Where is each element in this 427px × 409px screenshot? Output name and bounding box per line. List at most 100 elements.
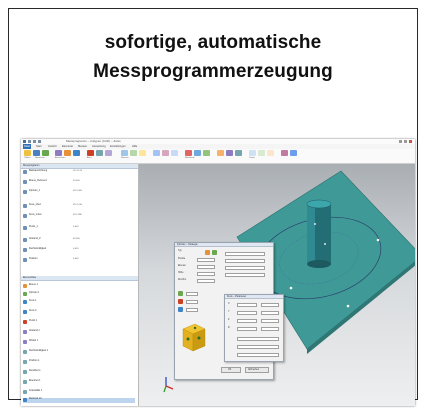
tool-icon-15[interactable]: [267, 150, 274, 156]
minimize-icon[interactable]: [399, 140, 402, 143]
list-item[interactable]: Punkt 1: [23, 319, 135, 325]
import-icon[interactable]: [42, 150, 49, 156]
z-tol-field[interactable]: [261, 319, 279, 323]
probe-icon[interactable]: [96, 150, 103, 156]
plan-icon[interactable]: [105, 150, 112, 156]
tool-icon-11[interactable]: [226, 150, 233, 156]
value-field-2[interactable]: [225, 259, 265, 263]
probe-point: [314, 223, 316, 225]
y-field[interactable]: [237, 311, 257, 315]
tool-icon-17[interactable]: [290, 150, 297, 156]
field-label: Y: [228, 311, 230, 313]
list-item[interactable]: Ebene 1: [23, 283, 135, 289]
z-field[interactable]: [237, 319, 257, 323]
app-icon: [23, 140, 26, 143]
tool-icon-16[interactable]: [281, 150, 288, 156]
probe-point: [289, 286, 293, 290]
d-tol-field[interactable]: [261, 327, 279, 331]
maximize-icon[interactable]: [404, 140, 407, 143]
auto-icon[interactable]: [87, 150, 94, 156]
feature-icon: [23, 214, 27, 218]
mode-field-2[interactable]: [186, 300, 198, 304]
align-icon[interactable]: [55, 150, 62, 156]
height-field[interactable]: [197, 272, 215, 276]
tree-row[interactable]: Kreis_unten Ø 11.990: [23, 213, 135, 219]
tool-icon-2[interactable]: [130, 150, 137, 156]
list-item[interactable]: Ebenheit 1: [23, 379, 135, 385]
mode-field-1[interactable]: [186, 292, 198, 296]
tree-row[interactable]: Position 0.050: [23, 257, 135, 263]
list-item[interactable]: Koaxialität 1: [23, 389, 135, 395]
levels-field[interactable]: [197, 265, 215, 269]
undo-icon[interactable]: [33, 140, 36, 143]
param-field-5[interactable]: [237, 337, 279, 341]
feature-icon[interactable]: [73, 150, 80, 156]
field-label: Höhe: [178, 272, 184, 274]
save-icon[interactable]: [28, 140, 31, 143]
x-field[interactable]: [237, 303, 257, 307]
tool-icon-8[interactable]: [194, 150, 201, 156]
value-field-3[interactable]: [225, 266, 265, 270]
tree-row[interactable]: Basisausrichtung X0 Y0 Z0: [23, 169, 135, 175]
tool-icon-6[interactable]: [171, 150, 178, 156]
mode-field-3[interactable]: [186, 308, 198, 312]
card-title-line-2: Messprogrammerzeugung: [93, 61, 333, 82]
open-icon[interactable]: [24, 150, 31, 156]
diameter-field[interactable]: [197, 279, 215, 283]
measure-icon[interactable]: [64, 150, 71, 156]
point-icon: [23, 320, 27, 324]
close-icon[interactable]: [409, 140, 412, 143]
tool-icon-13[interactable]: [249, 150, 256, 156]
probe-point: [346, 304, 350, 308]
list-item[interactable]: Zylinder 1: [23, 291, 135, 297]
circle-type-icon[interactable]: [212, 250, 217, 255]
list-item[interactable]: Rundheit 1: [23, 369, 135, 375]
list-item[interactable]: Abstand 1: [23, 329, 135, 335]
position-icon: [23, 360, 27, 364]
tree-row[interactable]: Punkt_1 0.000: [23, 225, 135, 231]
x-tol-field[interactable]: [261, 303, 279, 307]
param-field-6[interactable]: [237, 345, 279, 349]
param-field-7[interactable]: [237, 353, 279, 357]
mode-icon-1[interactable]: [178, 291, 183, 296]
tool-icon-12[interactable]: [235, 150, 242, 156]
list-item[interactable]: Position 1: [23, 359, 135, 365]
ok-button[interactable]: OK: [221, 367, 241, 373]
tree-row[interactable]: Kreis_oben Ø 12.010: [23, 203, 135, 209]
y-tol-field[interactable]: [261, 311, 279, 315]
cylinder-icon: [23, 292, 27, 296]
list-item[interactable]: Winkel 1: [23, 339, 135, 345]
list-item-selected[interactable]: Merkmal 13: [23, 397, 135, 403]
value-field-1[interactable]: [225, 252, 265, 256]
tool-icon-1[interactable]: [121, 150, 128, 156]
d-field[interactable]: [237, 327, 257, 331]
list-item[interactable]: Rechtwinkligkeit 1: [23, 349, 135, 355]
tool-icon-10[interactable]: [217, 150, 224, 156]
cylinder-type-icon[interactable]: [205, 250, 210, 255]
mode-icon-2[interactable]: [178, 299, 183, 304]
tool-icon-3[interactable]: [139, 150, 146, 156]
tool-icon-4[interactable]: [153, 150, 160, 156]
points-field[interactable]: [197, 258, 215, 262]
feature-icon: [23, 248, 27, 252]
dialog-title: Zylinder – Strategie: [175, 243, 273, 247]
tool-icon-5[interactable]: [162, 150, 169, 156]
save-file-icon[interactable]: [33, 150, 40, 156]
tool-icon-9[interactable]: [203, 150, 210, 156]
perpendicularity-icon: [23, 350, 27, 354]
redo-icon[interactable]: [38, 140, 41, 143]
cancel-button[interactable]: Abbrechen: [245, 367, 269, 373]
value-field-4[interactable]: [225, 273, 265, 277]
tool-icon-7[interactable]: [185, 150, 192, 156]
tree-row[interactable]: Rechtwinkligkeit 0.020: [23, 247, 135, 253]
tool-icon-14[interactable]: [258, 150, 265, 156]
feature-icon: [23, 398, 27, 402]
circle-parameter-dialog: Kreis – Parameter X Y Z D: [224, 294, 284, 362]
cad-3d-viewport[interactable]: Zylinder – Strategie Typ Punkte Ebenen H…: [139, 164, 415, 406]
list-item[interactable]: Kreis 2: [23, 309, 135, 315]
list-item[interactable]: Kreis 1: [23, 299, 135, 305]
tree-row[interactable]: Ebene_Referenz 20.000: [23, 179, 135, 185]
tree-row[interactable]: Abstand_Z 45.000: [23, 237, 135, 243]
tree-row[interactable]: Zylinder_1 Ø 12.000: [23, 189, 135, 195]
mode-icon-3[interactable]: [178, 307, 183, 312]
